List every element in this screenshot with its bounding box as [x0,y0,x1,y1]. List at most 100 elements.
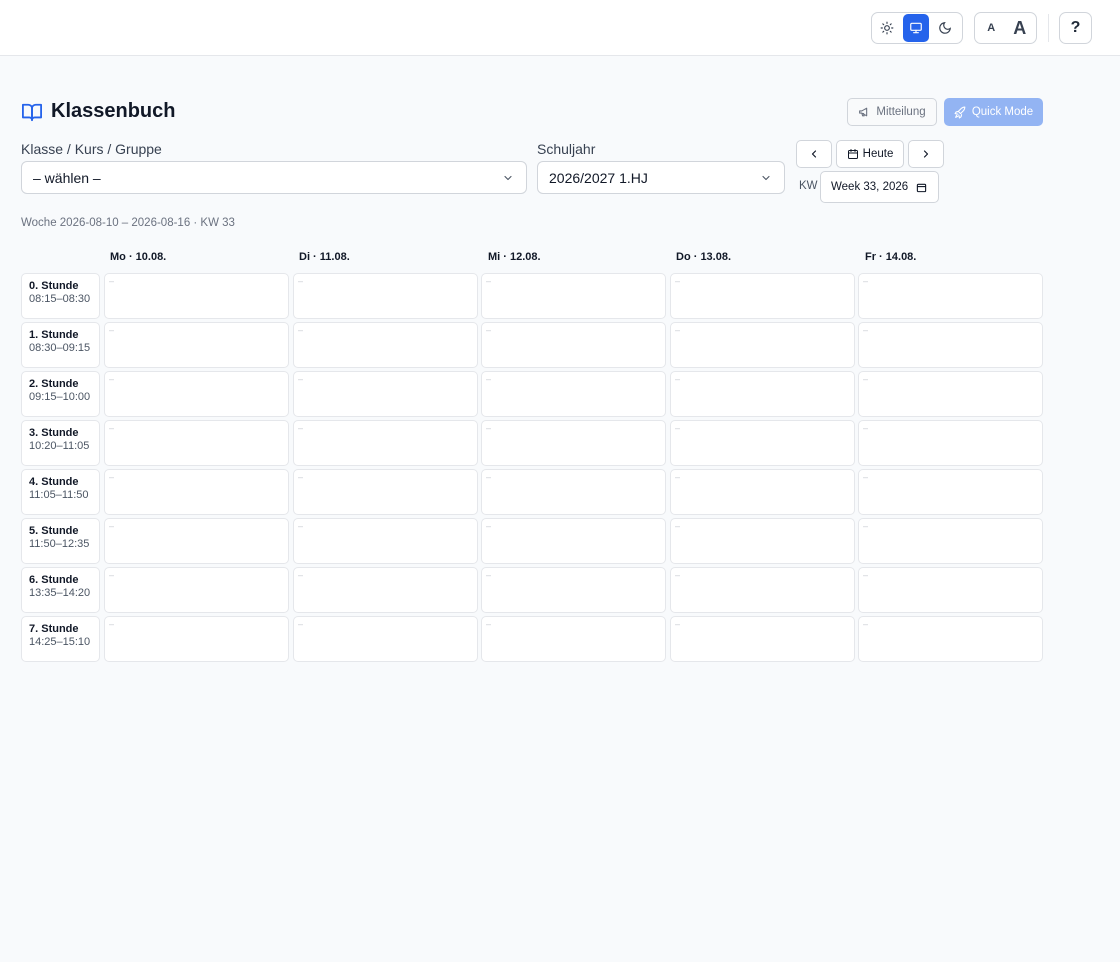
mitteilung-button[interactable]: Mitteilung [847,98,937,126]
lesson-cell[interactable]: – [670,273,855,319]
help-button[interactable]: ? [1059,12,1092,44]
lesson-cell[interactable]: – [104,616,289,662]
theme-dark-button[interactable] [931,14,958,42]
font-large-button[interactable]: A [1006,14,1035,42]
period-name: 4. Stunde [29,476,79,488]
lesson-cell[interactable]: – [858,322,1043,368]
period-name: 2. Stunde [29,378,79,390]
help-icon: ? [1070,19,1081,36]
week-summary: Woche 2026-08-10 – 2026-08-16 · KW 33 [21,217,235,229]
lesson-cell[interactable]: – [858,273,1043,319]
lesson-cell[interactable]: – [670,420,855,466]
top-bar: A A ? [0,0,1120,56]
theme-switcher [871,12,963,44]
period-name: 6. Stunde [29,574,79,586]
lesson-cell[interactable]: – [858,469,1043,515]
day-header: Do · 13.08. [676,251,732,263]
previous-week-button[interactable] [796,140,832,168]
period-name: 0. Stunde [29,280,79,292]
chevron-right-icon [923,150,929,158]
schuljahr-label: Schuljahr [537,141,596,157]
lesson-cell[interactable]: – [293,322,478,368]
period-time: 08:30–09:15 [29,342,91,354]
schuljahr-select-value: 2026/2027 1.HJ [549,169,648,186]
period-name: 1. Stunde [29,329,79,341]
today-button[interactable]: Heute [836,140,904,168]
lesson-cell[interactable]: – [293,420,478,466]
lesson-cell[interactable]: – [670,567,855,613]
quick-mode-button[interactable]: Quick Mode [944,98,1043,126]
schuljahr-select[interactable]: 2026/2027 1.HJ [537,161,785,194]
period-time: 14:25–15:10 [29,636,91,648]
period-time: 08:15–08:30 [29,293,91,305]
theme-system-button[interactable] [902,14,930,42]
lesson-cell[interactable]: – [670,616,855,662]
lesson-cell[interactable]: – [670,469,855,515]
chevron-down-icon [504,175,512,181]
today-label: Heute [862,148,894,160]
lesson-cell[interactable]: – [293,567,478,613]
lesson-cell[interactable]: – [858,567,1043,613]
lesson-cell[interactable]: – [481,567,666,613]
lesson-cell[interactable]: – [670,518,855,564]
lesson-cell[interactable]: – [481,322,666,368]
period-time: 13:35–14:20 [29,587,91,599]
mitteilung-label: Mitteilung [876,106,926,118]
rocket-icon [954,106,966,118]
lesson-cell[interactable]: – [104,567,289,613]
lesson-cell[interactable]: – [293,518,478,564]
font-small-button[interactable]: A [977,14,1006,42]
lesson-cell[interactable]: – [293,273,478,319]
period-label: 3. Stunde 10:20–11:05 [21,420,100,466]
period-label: 7. Stunde 14:25–15:10 [21,616,100,662]
next-week-button[interactable] [908,140,944,168]
day-header: Di · 11.08. [299,251,350,263]
week-picker-input[interactable]: Week 33, 2026 [820,171,939,203]
calendar-icon [916,183,927,192]
sun-icon [880,21,894,35]
day-header: Mi · 12.08. [488,251,541,263]
period-time: 11:05–11:50 [29,489,89,501]
lesson-cell[interactable]: – [104,518,289,564]
lesson-cell[interactable]: – [104,273,289,319]
lesson-cell[interactable]: – [670,322,855,368]
lesson-cell[interactable]: – [293,371,478,417]
lesson-cell[interactable]: – [858,518,1043,564]
period-label: 5. Stunde 11:50–12:35 [21,518,100,564]
lesson-cell[interactable]: – [104,322,289,368]
chevron-down-icon [762,175,770,181]
lesson-cell[interactable]: – [481,420,666,466]
lesson-cell[interactable]: – [104,469,289,515]
lesson-cell[interactable]: – [481,518,666,564]
lesson-cell[interactable]: – [858,371,1043,417]
klasse-select-value: – wählen – [33,169,101,186]
day-header: Mo · 10.08. [110,251,167,263]
period-label: 1. Stunde 08:30–09:15 [21,322,100,368]
lesson-cell[interactable]: – [670,371,855,417]
topbar-divider [1048,14,1049,42]
chevron-left-icon [811,150,817,158]
lesson-cell[interactable]: – [481,273,666,319]
lesson-cell[interactable]: – [858,420,1043,466]
period-name: 5. Stunde [29,525,79,537]
font-size-switcher: A A [974,12,1037,44]
period-label: 2. Stunde 09:15–10:00 [21,371,100,417]
theme-light-button[interactable] [874,14,901,42]
calendar-icon [847,149,858,159]
lesson-cell[interactable]: – [481,371,666,417]
klasse-label: Klasse / Kurs / Gruppe [21,141,162,157]
period-label: 0. Stunde 08:15–08:30 [21,273,100,319]
book-icon [21,103,42,121]
lesson-cell[interactable]: – [104,420,289,466]
lesson-cell[interactable]: – [293,469,478,515]
lesson-cell[interactable]: – [481,469,666,515]
klasse-select[interactable]: – wählen – [21,161,527,194]
lesson-cell[interactable]: – [858,616,1043,662]
period-time: 10:20–11:05 [29,440,90,452]
lesson-cell[interactable]: – [481,616,666,662]
period-label: 4. Stunde 11:05–11:50 [21,469,100,515]
page-title: Klassenbuch [21,100,175,123]
lesson-cell[interactable]: – [104,371,289,417]
lesson-cell[interactable]: – [293,616,478,662]
page-title-text: Klassenbuch [51,100,176,122]
